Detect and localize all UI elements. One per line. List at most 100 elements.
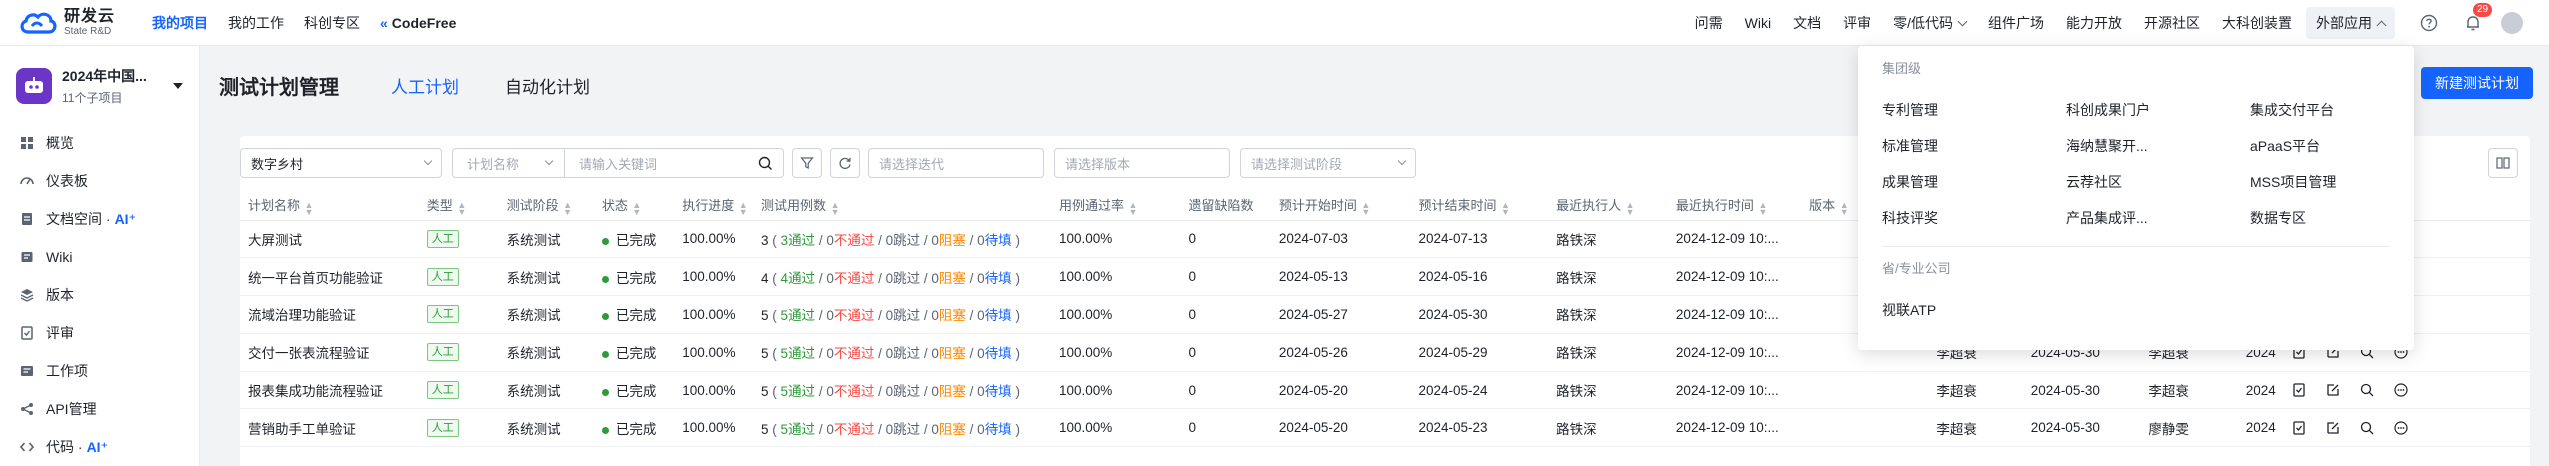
scope-select[interactable]: 数字乡村 <box>240 148 442 178</box>
nav-my-work[interactable]: 我的工作 <box>228 13 284 33</box>
column-settings-button[interactable] <box>2488 148 2518 178</box>
edit-icon[interactable] <box>2325 382 2341 398</box>
nav-review[interactable]: 评审 <box>1843 13 1871 33</box>
version-select[interactable]: 请选择版本 <box>1054 148 1230 178</box>
plan-name-cell[interactable]: 营销助手工单验证 <box>240 408 419 448</box>
nav-open-capability[interactable]: 能力开放 <box>2066 13 2122 33</box>
column-header[interactable]: 最近执行人 ▲▼ <box>1548 190 1668 221</box>
pass-rate-cell: 100.00% <box>1050 220 1181 259</box>
search-field-select[interactable]: 计划名称 <box>453 149 565 177</box>
external-app-item[interactable]: MSS项目管理 <box>2250 172 2336 192</box>
iteration-select[interactable]: 请选择迭代 <box>868 148 1044 178</box>
sidebar-item-review[interactable]: 评审 <box>0 314 199 352</box>
pass-rate-cell: 100.00% <box>1050 257 1181 297</box>
nav-inquiry[interactable]: 问需 <box>1695 13 1723 33</box>
sidebar-item-api[interactable]: API管理 <box>0 390 199 428</box>
nav-wiki[interactable]: Wiki <box>1745 15 1771 31</box>
nav-external-apps[interactable]: 外部应用 <box>2306 7 2395 39</box>
column-header[interactable]: 预计开始时间 ▲▼ <box>1270 190 1411 221</box>
nav-innovation-zone[interactable]: 科创专区 <box>304 13 360 33</box>
sort-icon[interactable]: ▲▼ <box>1758 200 1768 214</box>
nav-big-innovation-device[interactable]: 大科创装置 <box>2222 13 2292 33</box>
sort-icon[interactable]: ▲▼ <box>830 200 840 214</box>
nav-opensource[interactable]: 开源社区 <box>2144 13 2200 33</box>
external-app-item[interactable]: 数据专区 <box>2250 208 2306 228</box>
nav-codefree[interactable]: « CodeFree <box>380 15 456 31</box>
edit-icon[interactable] <box>2325 420 2341 436</box>
table-row[interactable]: 营销助手工单验证 人工 系统测试 已完成 100.00% 5 ( 5通过 / 0不通过 /… <box>240 408 2530 448</box>
external-app-item[interactable]: 海纳慧聚开... <box>2066 136 2148 156</box>
plan-name-cell[interactable]: 流域治理功能验证 <box>240 295 419 334</box>
project-switcher[interactable]: 2024年中国... 11个子项目 <box>0 46 199 120</box>
exec-time-cell: 2024-12-09 10:... <box>1667 333 1802 372</box>
plan-name-cell[interactable]: 大屏测试 <box>240 220 419 259</box>
execute-icon[interactable] <box>2291 420 2307 436</box>
sort-icon[interactable]: ▲▼ <box>563 200 573 214</box>
sidebar-item-version[interactable]: 版本 <box>0 276 199 314</box>
plan-name-cell[interactable]: 交付一张表流程验证 <box>240 333 419 372</box>
help-icon[interactable] <box>2419 13 2439 33</box>
nav-lowcode[interactable]: 零/低代码 <box>1893 13 1968 33</box>
column-header[interactable]: 执行进度 ▲▼ <box>674 190 754 221</box>
external-app-item[interactable]: 视联ATP <box>1882 300 1936 320</box>
external-app-item[interactable]: 集成交付平台 <box>2250 100 2334 120</box>
external-app-item[interactable]: aPaaS平台 <box>2250 136 2320 156</box>
external-app-item[interactable]: 专利管理 <box>1882 100 1938 120</box>
sidebar-item-workitem[interactable]: 工作项 <box>0 352 199 390</box>
sidebar-item-dashboard[interactable]: 仪表板 <box>0 162 199 200</box>
column-header[interactable]: 用例通过率 ▲▼ <box>1050 190 1181 221</box>
stage-select[interactable]: 请选择测试阶段 <box>1240 148 1416 178</box>
nav-my-projects[interactable]: 我的项目 <box>152 13 208 33</box>
updated-cell: 2024 <box>2237 371 2284 410</box>
sort-icon[interactable]: ▲▼ <box>304 200 314 214</box>
sort-icon[interactable]: ▲▼ <box>1500 200 1510 214</box>
column-header[interactable]: 测试用例数 ▲▼ <box>753 190 1051 221</box>
sidebar-item-wiki[interactable]: Wiki <box>0 238 199 276</box>
case-fail-label: 不通过 <box>833 421 875 437</box>
tab-automation-plan[interactable]: 自动化计划 <box>505 73 590 98</box>
sort-icon[interactable]: ▲▼ <box>632 200 642 214</box>
plan-name-cell[interactable]: 统一平台首页功能验证 <box>240 257 419 297</box>
sort-icon[interactable]: ▲▼ <box>1128 200 1138 214</box>
keyword-input[interactable]: 请输入关键词 <box>565 149 783 177</box>
column-header[interactable]: 遗留缺陷数 <box>1180 190 1271 221</box>
nav-docs[interactable]: 文档 <box>1793 13 1821 33</box>
table-row[interactable]: 报表集成功能流程验证 人工 系统测试 已完成 100.00% 5 ( 5通过 / 0不通过… <box>240 371 2530 410</box>
view-icon[interactable] <box>2359 420 2375 436</box>
sidebar-item-code[interactable]: 代码 · AI⁺ <box>0 428 199 466</box>
external-app-item[interactable]: 云荐社区 <box>2066 172 2122 192</box>
sort-icon[interactable]: ▲▼ <box>738 200 748 214</box>
plan-name-cell[interactable]: 报表集成功能流程验证 <box>240 371 419 410</box>
logo[interactable]: 研发云 State R&D <box>18 8 130 37</box>
sort-icon[interactable]: ▲▼ <box>1839 200 1849 214</box>
view-icon[interactable] <box>2359 382 2375 398</box>
filter-button[interactable] <box>792 148 822 178</box>
column-header[interactable]: 状态 ▲▼ <box>593 190 675 221</box>
sort-icon[interactable]: ▲▼ <box>457 200 467 214</box>
column-header[interactable]: 计划名称 ▲▼ <box>240 190 419 221</box>
execute-icon[interactable] <box>2291 382 2307 398</box>
external-app-item[interactable]: 成果管理 <box>1882 172 1938 192</box>
external-app-item[interactable]: 标准管理 <box>1882 136 1938 156</box>
nav-component-square[interactable]: 组件广场 <box>1988 13 2044 33</box>
column-header[interactable]: 类型 ▲▼ <box>418 190 499 221</box>
column-header[interactable]: 测试阶段 ▲▼ <box>498 190 594 221</box>
column-header[interactable]: 预计结束时间 ▲▼ <box>1410 190 1549 221</box>
sidebar-item-doc-space[interactable]: 文档空间 · AI⁺ <box>0 200 199 238</box>
sort-icon[interactable]: ▲▼ <box>1361 200 1371 214</box>
refresh-button[interactable] <box>830 148 860 178</box>
new-test-plan-button[interactable]: 新建测试计划 <box>2421 67 2533 99</box>
tab-manual-plan[interactable]: 人工计划 <box>391 73 459 98</box>
bell-icon[interactable]: 29 <box>2463 3 2493 33</box>
column-header-label: 最近执行人 <box>1556 198 1622 214</box>
user-avatar[interactable] <box>2501 12 2523 34</box>
column-header[interactable]: 最近执行时间 ▲▼ <box>1667 190 1802 221</box>
sidebar-item-overview[interactable]: 概览 <box>0 124 199 162</box>
external-app-item[interactable]: 产品集成评... <box>2066 208 2148 228</box>
more-icon[interactable] <box>2393 420 2409 436</box>
search-icon[interactable] <box>758 156 773 171</box>
more-icon[interactable] <box>2393 382 2409 398</box>
external-app-item[interactable]: 科技评奖 <box>1882 208 1938 228</box>
external-app-item[interactable]: 科创成果门户 <box>2066 100 2150 120</box>
sort-icon[interactable]: ▲▼ <box>1625 200 1635 214</box>
